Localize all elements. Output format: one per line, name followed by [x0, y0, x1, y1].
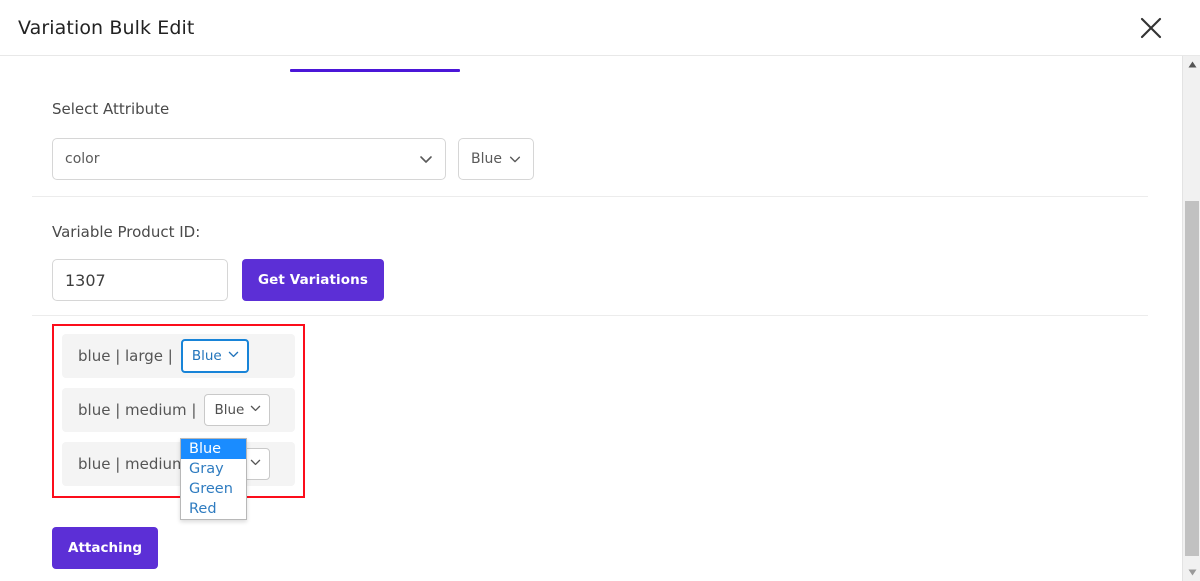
variation-bulk-edit-modal: Variation Bulk Edit Select Attribute col… — [0, 0, 1200, 581]
section-divider-1 — [32, 196, 1148, 197]
attribute-value-select-value: Blue — [471, 151, 502, 167]
scrollbar-thumb[interactable] — [1185, 201, 1199, 556]
scroll-down-arrow-icon[interactable] — [1183, 564, 1200, 581]
variation-row: blue | medium | Blue — [62, 388, 295, 432]
tab-active-indicator — [290, 69, 460, 72]
dropdown-option[interactable]: Blue — [181, 439, 246, 459]
variation-color-select-value: Blue — [191, 348, 222, 364]
variation-label: blue | large | — [78, 347, 173, 365]
select-attribute-label: Select Attribute — [52, 100, 170, 118]
chevron-down-icon — [418, 151, 434, 167]
variation-label: blue | medium | — [78, 401, 197, 419]
variation-row: blue | medium | Blue — [62, 442, 295, 486]
dropdown-option[interactable]: Red — [181, 499, 246, 519]
variation-color-select[interactable]: Blue — [204, 394, 271, 426]
get-variations-button[interactable]: Get Variations — [242, 259, 385, 301]
variable-product-id-label: Variable Product ID: — [52, 223, 201, 241]
variation-label: blue | medium | — [78, 455, 197, 473]
vertical-scrollbar[interactable] — [1182, 56, 1200, 581]
close-icon[interactable] — [1134, 11, 1168, 45]
page-title: Variation Bulk Edit — [18, 16, 195, 39]
variable-product-id-input[interactable] — [52, 259, 228, 301]
scroll-up-arrow-icon[interactable] — [1183, 56, 1200, 73]
modal-header: Variation Bulk Edit — [0, 0, 1200, 56]
chevron-down-icon — [249, 402, 262, 419]
select-attribute-row: color Blue — [52, 138, 534, 180]
chevron-down-icon — [508, 152, 522, 166]
tab-strip — [0, 56, 1182, 72]
variation-row: blue | large | Blue — [62, 334, 295, 378]
attribute-select-value: color — [65, 151, 100, 167]
variable-product-id-row: Get Variations — [52, 259, 385, 301]
color-dropdown-options[interactable]: Blue Gray Green Red — [180, 438, 247, 520]
chevron-down-icon — [249, 456, 262, 473]
attribute-value-select[interactable]: Blue — [458, 138, 534, 180]
dropdown-option[interactable]: Green — [181, 479, 246, 499]
dropdown-option[interactable]: Gray — [181, 459, 246, 479]
attaching-button[interactable]: Attaching — [52, 527, 158, 569]
modal-body-content: Select Attribute color Blue Variable Pro… — [0, 56, 1182, 581]
variation-color-select-value: Blue — [214, 402, 245, 418]
variations-list: blue | large | Blue blue | medium | Blue — [52, 324, 305, 498]
chevron-down-icon — [227, 348, 240, 365]
section-divider-2 — [32, 315, 1148, 316]
modal-body: Select Attribute color Blue Variable Pro… — [0, 56, 1200, 581]
variation-color-select[interactable]: Blue — [180, 339, 249, 373]
attribute-select[interactable]: color — [52, 138, 446, 180]
